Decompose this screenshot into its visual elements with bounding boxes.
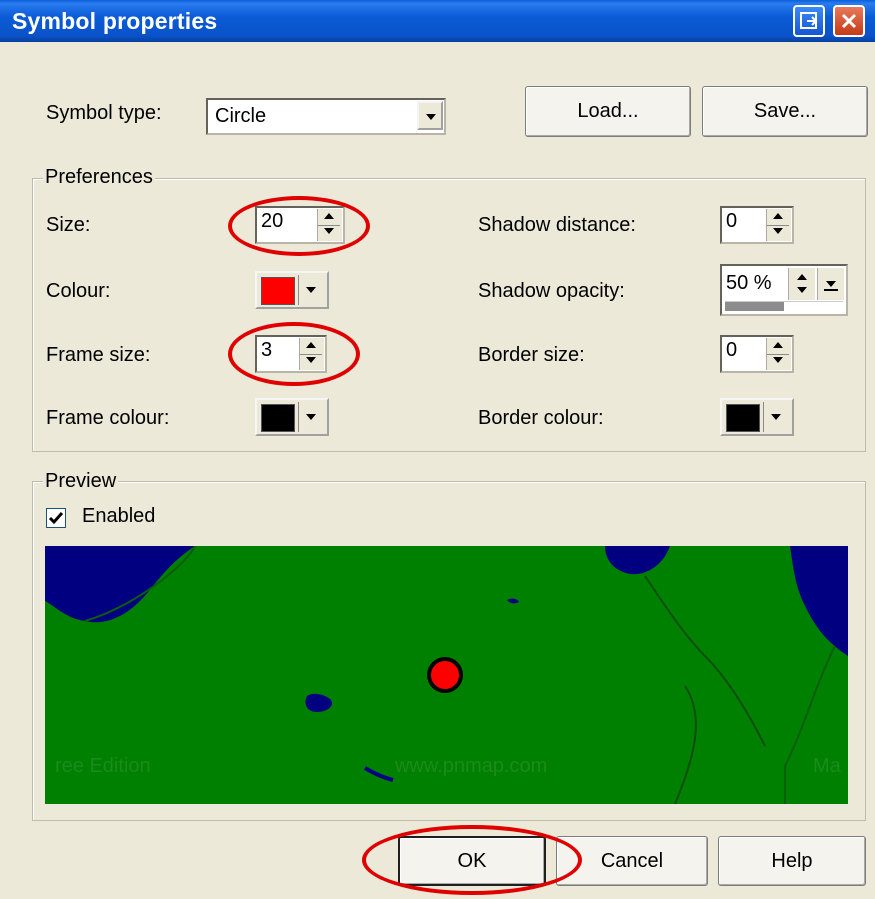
- spin-up-icon[interactable]: [767, 209, 789, 226]
- map-preview[interactable]: ree Edition www.pnmap.com Ma: [45, 546, 848, 804]
- colour-label: Colour:: [46, 280, 111, 302]
- title-bar: Symbol properties: [0, 0, 875, 42]
- spin-up-icon[interactable]: [318, 209, 340, 226]
- shadow-opacity-spin[interactable]: [788, 268, 815, 300]
- frame-size-spin-buttons[interactable]: [299, 338, 324, 370]
- frame-colour-label: Frame colour:: [46, 407, 170, 429]
- watermark-left: ree Edition: [55, 755, 151, 777]
- spin-up-icon[interactable]: [767, 338, 789, 355]
- frame-colour-picker[interactable]: [255, 398, 329, 436]
- shadow-opacity-fill: [725, 302, 784, 311]
- border-size-spin-buttons[interactable]: [766, 338, 791, 370]
- spin-down-icon[interactable]: [767, 225, 789, 241]
- chevron-down-icon[interactable]: [298, 275, 325, 305]
- chevron-down-icon: [826, 281, 836, 287]
- chevron-down-icon[interactable]: [763, 402, 790, 432]
- load-button[interactable]: Load...: [525, 86, 691, 137]
- border-size-label: Border size:: [478, 344, 585, 366]
- spin-down-icon[interactable]: [300, 354, 322, 370]
- watermark-center: www.pnmap.com: [394, 755, 547, 777]
- preferences-title: Preferences: [43, 166, 155, 189]
- border-size-stepper[interactable]: 0: [720, 335, 794, 373]
- spin-up-icon[interactable]: [797, 274, 807, 280]
- map-terrain: ree Edition www.pnmap.com Ma: [45, 546, 848, 804]
- frame-size-stepper[interactable]: 3: [255, 335, 327, 373]
- dropdown-bar: [824, 289, 838, 291]
- cancel-button[interactable]: Cancel: [556, 836, 708, 886]
- save-button[interactable]: Save...: [702, 86, 868, 137]
- border-colour-swatch: [726, 404, 760, 432]
- border-colour-label: Border colour:: [478, 407, 604, 429]
- shadow-distance-label: Shadow distance:: [478, 214, 636, 236]
- checkmark-icon: [48, 512, 64, 525]
- border-size-value: 0: [726, 339, 738, 361]
- spin-down-icon[interactable]: [797, 287, 807, 293]
- shadow-distance-value: 0: [726, 210, 738, 232]
- enabled-label: Enabled: [82, 505, 156, 527]
- ok-button[interactable]: OK: [398, 836, 546, 886]
- watermark-right: Ma: [813, 755, 842, 777]
- chevron-down-icon[interactable]: [298, 402, 325, 432]
- colour-picker[interactable]: [255, 271, 329, 309]
- shadow-opacity-dropdown[interactable]: [817, 268, 844, 300]
- shadow-opacity-value: 50 %: [726, 272, 772, 294]
- size-label: Size:: [46, 214, 91, 236]
- shadow-opacity-slider[interactable]: 50 %: [720, 264, 848, 316]
- shadow-opacity-label: Shadow opacity:: [478, 280, 625, 302]
- window-title: Symbol properties: [12, 8, 218, 34]
- frame-size-label: Frame size:: [46, 344, 151, 366]
- close-icon[interactable]: [833, 5, 865, 37]
- help-button[interactable]: Help: [718, 836, 866, 886]
- symbol-type-label: Symbol type:: [46, 102, 162, 124]
- symbol-type-select[interactable]: Circle: [206, 98, 446, 135]
- size-value: 20: [261, 210, 284, 232]
- size-spin-buttons[interactable]: [317, 209, 342, 241]
- shadow-distance-stepper[interactable]: 0: [720, 206, 794, 244]
- size-stepper[interactable]: 20: [255, 206, 345, 244]
- spin-down-icon[interactable]: [767, 354, 789, 370]
- shadow-opacity-track[interactable]: [725, 301, 843, 311]
- spin-down-icon[interactable]: [318, 225, 340, 241]
- preview-title: Preview: [43, 470, 119, 493]
- frame-colour-swatch: [261, 404, 295, 432]
- frame-size-value: 3: [261, 339, 273, 361]
- shadow-distance-spin-buttons[interactable]: [766, 209, 791, 241]
- chevron-down-icon[interactable]: [417, 101, 443, 130]
- border-colour-picker[interactable]: [720, 398, 794, 436]
- symbol-preview-marker: [427, 657, 463, 693]
- help-window-icon[interactable]: [793, 5, 825, 37]
- symbol-type-value: Circle: [215, 105, 267, 127]
- spin-up-icon[interactable]: [300, 338, 322, 355]
- enabled-checkbox[interactable]: [46, 508, 66, 528]
- colour-swatch: [261, 277, 295, 305]
